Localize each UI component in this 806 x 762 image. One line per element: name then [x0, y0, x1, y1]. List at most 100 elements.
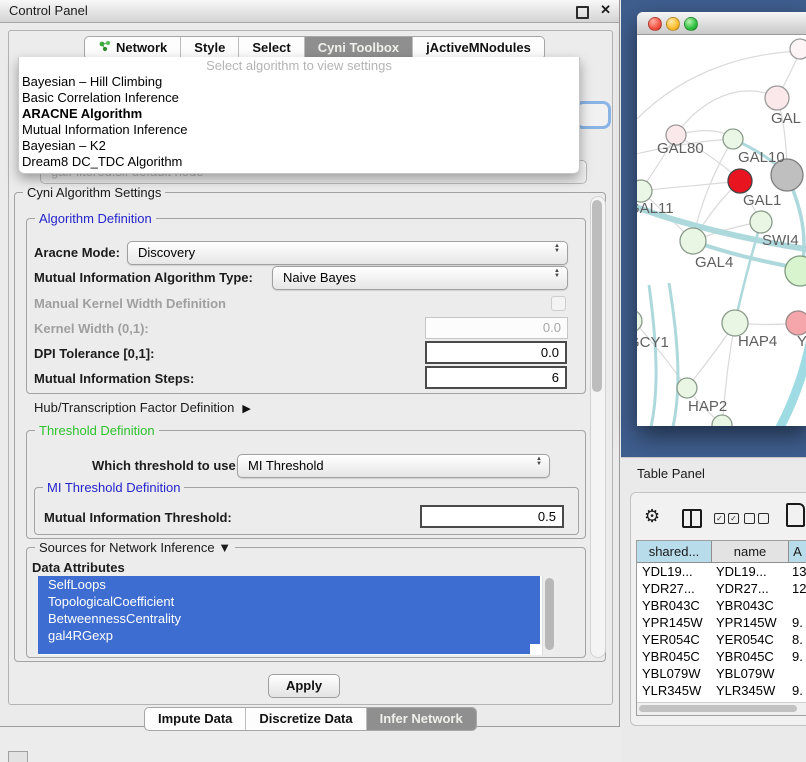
- stepper-arrows-icon: ▲▼: [536, 457, 542, 467]
- table-hscrollbar-thumb[interactable]: [639, 705, 797, 712]
- table-cell: YER054C: [711, 631, 787, 648]
- algorithm-option[interactable]: Mutual Information Inference: [19, 122, 579, 138]
- tab-cyni-toolbox[interactable]: Cyni Toolbox: [304, 37, 412, 59]
- close-icon[interactable]: ✕: [600, 2, 611, 18]
- table-settings-gear-icon[interactable]: ⚙: [644, 506, 660, 527]
- export-table-icon[interactable]: [786, 503, 805, 527]
- table-hscrollbar[interactable]: [637, 702, 806, 715]
- table-cell: YBL079W: [637, 665, 711, 682]
- which-threshold-combo[interactable]: MI Threshold ▲▼: [237, 454, 550, 478]
- table-cell: YPR145W: [637, 614, 711, 631]
- table-body: YDL19...YDL19...13YDR27...YDR27...12YBR0…: [637, 563, 806, 716]
- settings-scrollbar[interactable]: [590, 196, 606, 658]
- mi-type-label: Mutual Information Algorithm Type:: [34, 270, 253, 285]
- algorithm-option[interactable]: Dream8 DC_TDC Algorithm: [19, 154, 579, 170]
- expander-expanded-icon[interactable]: ▼: [218, 540, 231, 555]
- node-label: HAP4: [738, 333, 777, 350]
- table-cell: [787, 665, 806, 682]
- tab-impute-data[interactable]: Impute Data: [145, 708, 245, 730]
- table-row[interactable]: YER054CYER054C8.: [637, 631, 806, 648]
- mi-threshold-input[interactable]: 0.5: [420, 505, 564, 528]
- algorithm-option[interactable]: Basic Correlation Inference: [19, 90, 579, 106]
- apply-button[interactable]: Apply: [268, 674, 340, 698]
- network-tab-icon: [98, 37, 111, 59]
- zoom-traffic-light-icon[interactable]: [684, 17, 698, 31]
- attributes-scrollbar-thumb[interactable]: [545, 578, 554, 650]
- network-node-y[interactable]: [786, 311, 806, 335]
- network-node[interactable]: [785, 256, 806, 286]
- deselect-all-checks-icon[interactable]: [744, 513, 769, 524]
- algorithm-option[interactable]: ARACNE Algorithm: [19, 106, 579, 122]
- table-row[interactable]: YBR045CYBR045C9.: [637, 648, 806, 665]
- table-cell: YDL19...: [637, 563, 711, 580]
- tab-network[interactable]: Network: [85, 37, 180, 59]
- network-node-gal1[interactable]: [728, 169, 752, 193]
- attribute-item[interactable]: SelfLoops: [38, 576, 540, 593]
- mi-type-combo[interactable]: Naive Bayes ▲▼: [272, 266, 568, 290]
- mi-steps-input[interactable]: 6: [425, 366, 567, 389]
- table-row[interactable]: YDR27...YDR27...12: [637, 580, 806, 597]
- attribute-item[interactable]: TopologicalCoefficient: [38, 593, 540, 610]
- network-node-gal[interactable]: [765, 86, 789, 110]
- kernel-width-input[interactable]: 0.0: [425, 317, 568, 339]
- minimize-traffic-light-icon[interactable]: [666, 17, 680, 31]
- table-cell: 9.: [787, 614, 806, 631]
- tab-style[interactable]: Style: [180, 37, 238, 59]
- table-cell: 13: [787, 563, 806, 580]
- column-header[interactable]: shared...: [637, 541, 712, 562]
- select-all-checks-icon[interactable]: [714, 513, 739, 524]
- aracne-mode-combo[interactable]: Discovery ▲▼: [127, 241, 568, 265]
- table-cell: YBR043C: [637, 597, 711, 614]
- network-node[interactable]: [790, 39, 806, 59]
- table-cell: YBR045C: [711, 648, 787, 665]
- collapsed-panel-handle[interactable]: [8, 751, 28, 762]
- network-node-gal4[interactable]: [680, 228, 706, 254]
- table-row[interactable]: YPR145WYPR145W9.: [637, 614, 806, 631]
- table-cell: YBR043C: [711, 597, 787, 614]
- node-label: GAL10: [738, 149, 785, 166]
- expander-collapsed-icon: ▶: [242, 403, 250, 415]
- dpi-tolerance-input[interactable]: 0.0: [425, 341, 567, 364]
- restore-icon[interactable]: [576, 6, 589, 19]
- hub-definition-expander[interactable]: Hub/Transcription Factor Definition▶: [34, 400, 251, 415]
- attributes-scrollbar[interactable]: [542, 576, 556, 655]
- settings-scrollbar-thumb[interactable]: [592, 200, 602, 392]
- bottom-tabbar: Impute Data Discretize Data Infer Networ…: [144, 707, 477, 731]
- tab-select[interactable]: Select: [238, 37, 303, 59]
- network-node-hap2[interactable]: [677, 378, 697, 398]
- network-node[interactable]: [712, 415, 732, 426]
- node-table[interactable]: shared...nameA YDL19...YDL19...13YDR27..…: [636, 540, 806, 716]
- table-row[interactable]: YBL079WYBL079W: [637, 665, 806, 682]
- algorithm-dropdown[interactable]: Select algorithm to view settings Bayesi…: [18, 57, 580, 174]
- algorithm-option[interactable]: Bayesian – K2: [19, 138, 579, 154]
- control-panel-title: Control Panel: [9, 3, 88, 18]
- network-node-swi4[interactable]: [750, 211, 772, 233]
- attribute-item[interactable]: gal4RGexp: [38, 627, 540, 644]
- data-attributes-list[interactable]: SelfLoopsTopologicalCoefficientBetweenne…: [38, 576, 556, 655]
- network-node-gal10[interactable]: [723, 129, 743, 149]
- node-label: GAL1: [743, 192, 781, 209]
- table-header: shared...nameA: [637, 541, 806, 563]
- network-canvas[interactable]: GALGAL80GAL10GAL1GAL11SWI4GAL4GCY1HAP4YH…: [637, 35, 806, 426]
- table-row[interactable]: YDL19...YDL19...13: [637, 563, 806, 580]
- close-traffic-light-icon[interactable]: [648, 17, 662, 31]
- network-window-titlebar: [637, 12, 806, 35]
- table-cell: [787, 597, 806, 614]
- attribute-item-clipped[interactable]: [38, 644, 530, 654]
- column-header[interactable]: name: [712, 541, 789, 562]
- table-cell: YLR345W: [711, 682, 787, 699]
- table-row[interactable]: YLR345WYLR345W9.: [637, 682, 806, 699]
- attribute-item[interactable]: BetweennessCentrality: [38, 610, 540, 627]
- node-label: GCY1: [637, 334, 669, 351]
- columns-icon[interactable]: [682, 509, 702, 528]
- tab-discretize-data[interactable]: Discretize Data: [245, 708, 365, 730]
- table-cell: YDR27...: [711, 580, 787, 597]
- algorithm-option[interactable]: Bayesian – Hill Climbing: [19, 74, 579, 90]
- table-panel-title: Table Panel: [637, 466, 705, 481]
- column-header[interactable]: A: [789, 541, 806, 562]
- table-row[interactable]: YBR043CYBR043C: [637, 597, 806, 614]
- manual-kernel-checkbox[interactable]: [551, 296, 566, 311]
- dpi-tolerance-label: DPI Tolerance [0,1]:: [34, 346, 154, 361]
- tab-infer-network[interactable]: Infer Network: [366, 708, 476, 730]
- tab-jactivemnodules[interactable]: jActiveMNodules: [412, 37, 544, 59]
